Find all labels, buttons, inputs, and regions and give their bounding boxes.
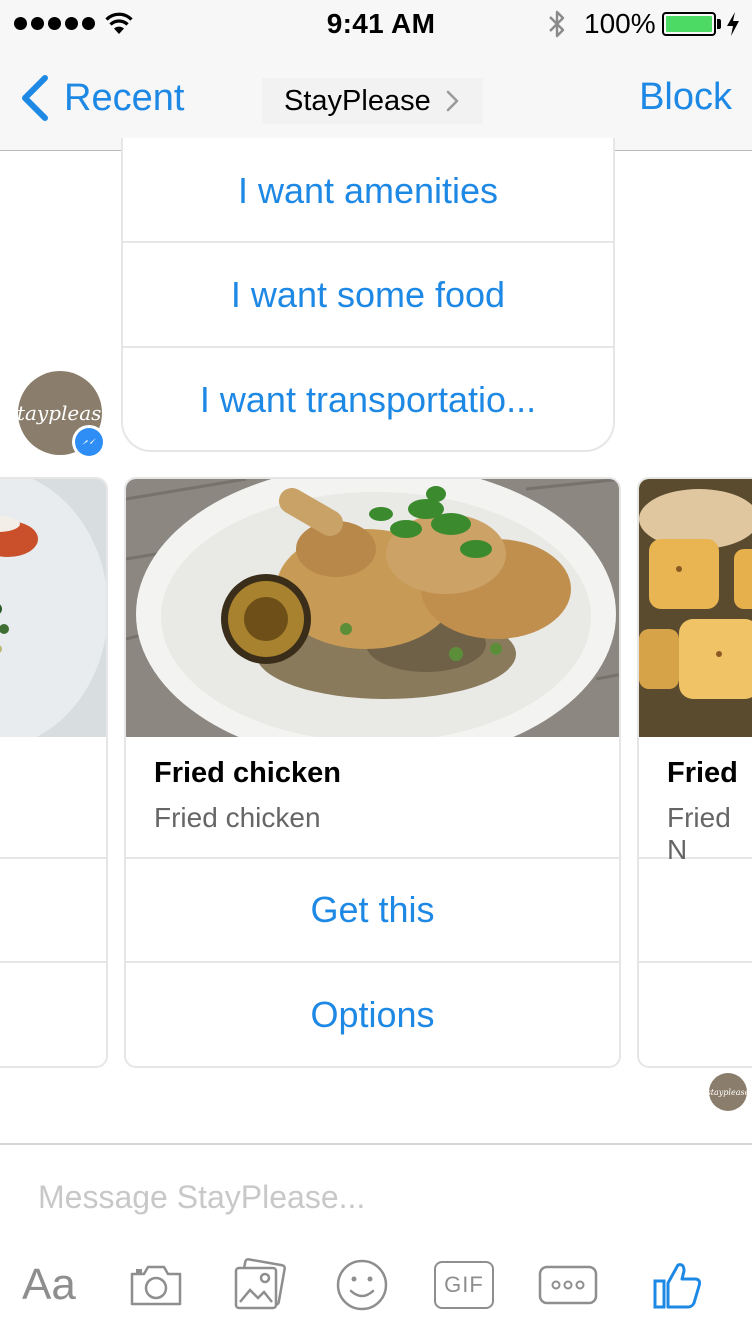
card-button[interactable] xyxy=(639,859,752,963)
card-body: Fried Fried N xyxy=(639,737,752,865)
messenger-bolt-icon xyxy=(82,438,96,445)
text-format-button[interactable]: Aa xyxy=(22,1257,76,1313)
charging-icon xyxy=(727,12,739,36)
battery-percent: 100% xyxy=(584,8,656,39)
card-body: Fried chicken Fried chicken xyxy=(126,737,619,859)
chevron-right-icon xyxy=(446,90,459,112)
photo-gallery-icon xyxy=(234,1258,286,1310)
gif-icon: GIF xyxy=(434,1261,494,1309)
like-button[interactable] xyxy=(652,1257,704,1313)
card-title: Fried xyxy=(667,757,738,789)
gallery-button[interactable] xyxy=(232,1257,286,1313)
card-subtitle: Fried N xyxy=(667,802,731,865)
food-image xyxy=(639,479,752,737)
thumbs-up-icon xyxy=(653,1263,702,1309)
carousel-card-right[interactable]: Fried Fried N xyxy=(637,477,752,1068)
card-button[interactable] xyxy=(0,859,106,963)
nav-bar: Recent StayPlease Block xyxy=(0,48,752,151)
more-button[interactable] xyxy=(538,1257,598,1313)
message-composer: Message StayPlease... Aa GIF xyxy=(0,1143,752,1334)
back-label: Recent xyxy=(64,76,185,119)
conversation-title-button[interactable]: StayPlease xyxy=(262,78,483,124)
back-button[interactable]: Recent xyxy=(18,74,184,122)
card-button[interactable] xyxy=(639,963,752,1066)
carousel-card-fried-chicken: Fried chicken Fried chicken Get this Opt… xyxy=(124,477,621,1068)
card-body xyxy=(0,737,106,859)
quick-reply-menu: I want amenities I want some food I want… xyxy=(121,138,615,452)
camera-icon xyxy=(130,1265,182,1306)
messenger-badge-icon xyxy=(72,425,106,459)
more-icon xyxy=(538,1265,598,1305)
read-receipt-avatar: stayplease xyxy=(706,1073,750,1111)
message-input[interactable]: Message StayPlease... xyxy=(38,1179,365,1216)
gif-button[interactable]: GIF xyxy=(434,1257,494,1313)
conversation-title: StayPlease xyxy=(284,84,431,117)
card-button[interactable] xyxy=(0,963,106,1066)
gif-label: GIF xyxy=(444,1272,484,1297)
carousel-card-left[interactable] xyxy=(0,477,108,1068)
chevron-left-icon xyxy=(22,75,48,121)
food-image xyxy=(0,479,106,737)
quick-reply-transportation[interactable]: I want transportatio... xyxy=(123,348,613,451)
quick-reply-food[interactable]: I want some food xyxy=(123,243,613,348)
quick-reply-amenities[interactable]: I want amenities xyxy=(123,138,613,243)
options-button[interactable]: Options xyxy=(126,963,619,1066)
camera-button[interactable] xyxy=(128,1257,184,1313)
smiley-icon xyxy=(336,1259,388,1311)
status-bar: 9:41 AM 100% xyxy=(0,0,752,48)
fried-chicken-image xyxy=(126,479,619,737)
emoji-button[interactable] xyxy=(334,1257,390,1313)
read-receipt-logo-text: stayplease xyxy=(706,1087,750,1097)
get-this-button[interactable]: Get this xyxy=(126,859,619,963)
battery-nub xyxy=(717,19,721,29)
block-button[interactable]: Block xyxy=(639,76,732,119)
bluetooth-icon xyxy=(549,10,565,38)
card-title: Fried chicken xyxy=(154,757,341,789)
card-subtitle: Fried chicken xyxy=(154,802,321,833)
battery-icon xyxy=(662,12,716,36)
avatar-logo-text: stayplease xyxy=(6,401,114,425)
